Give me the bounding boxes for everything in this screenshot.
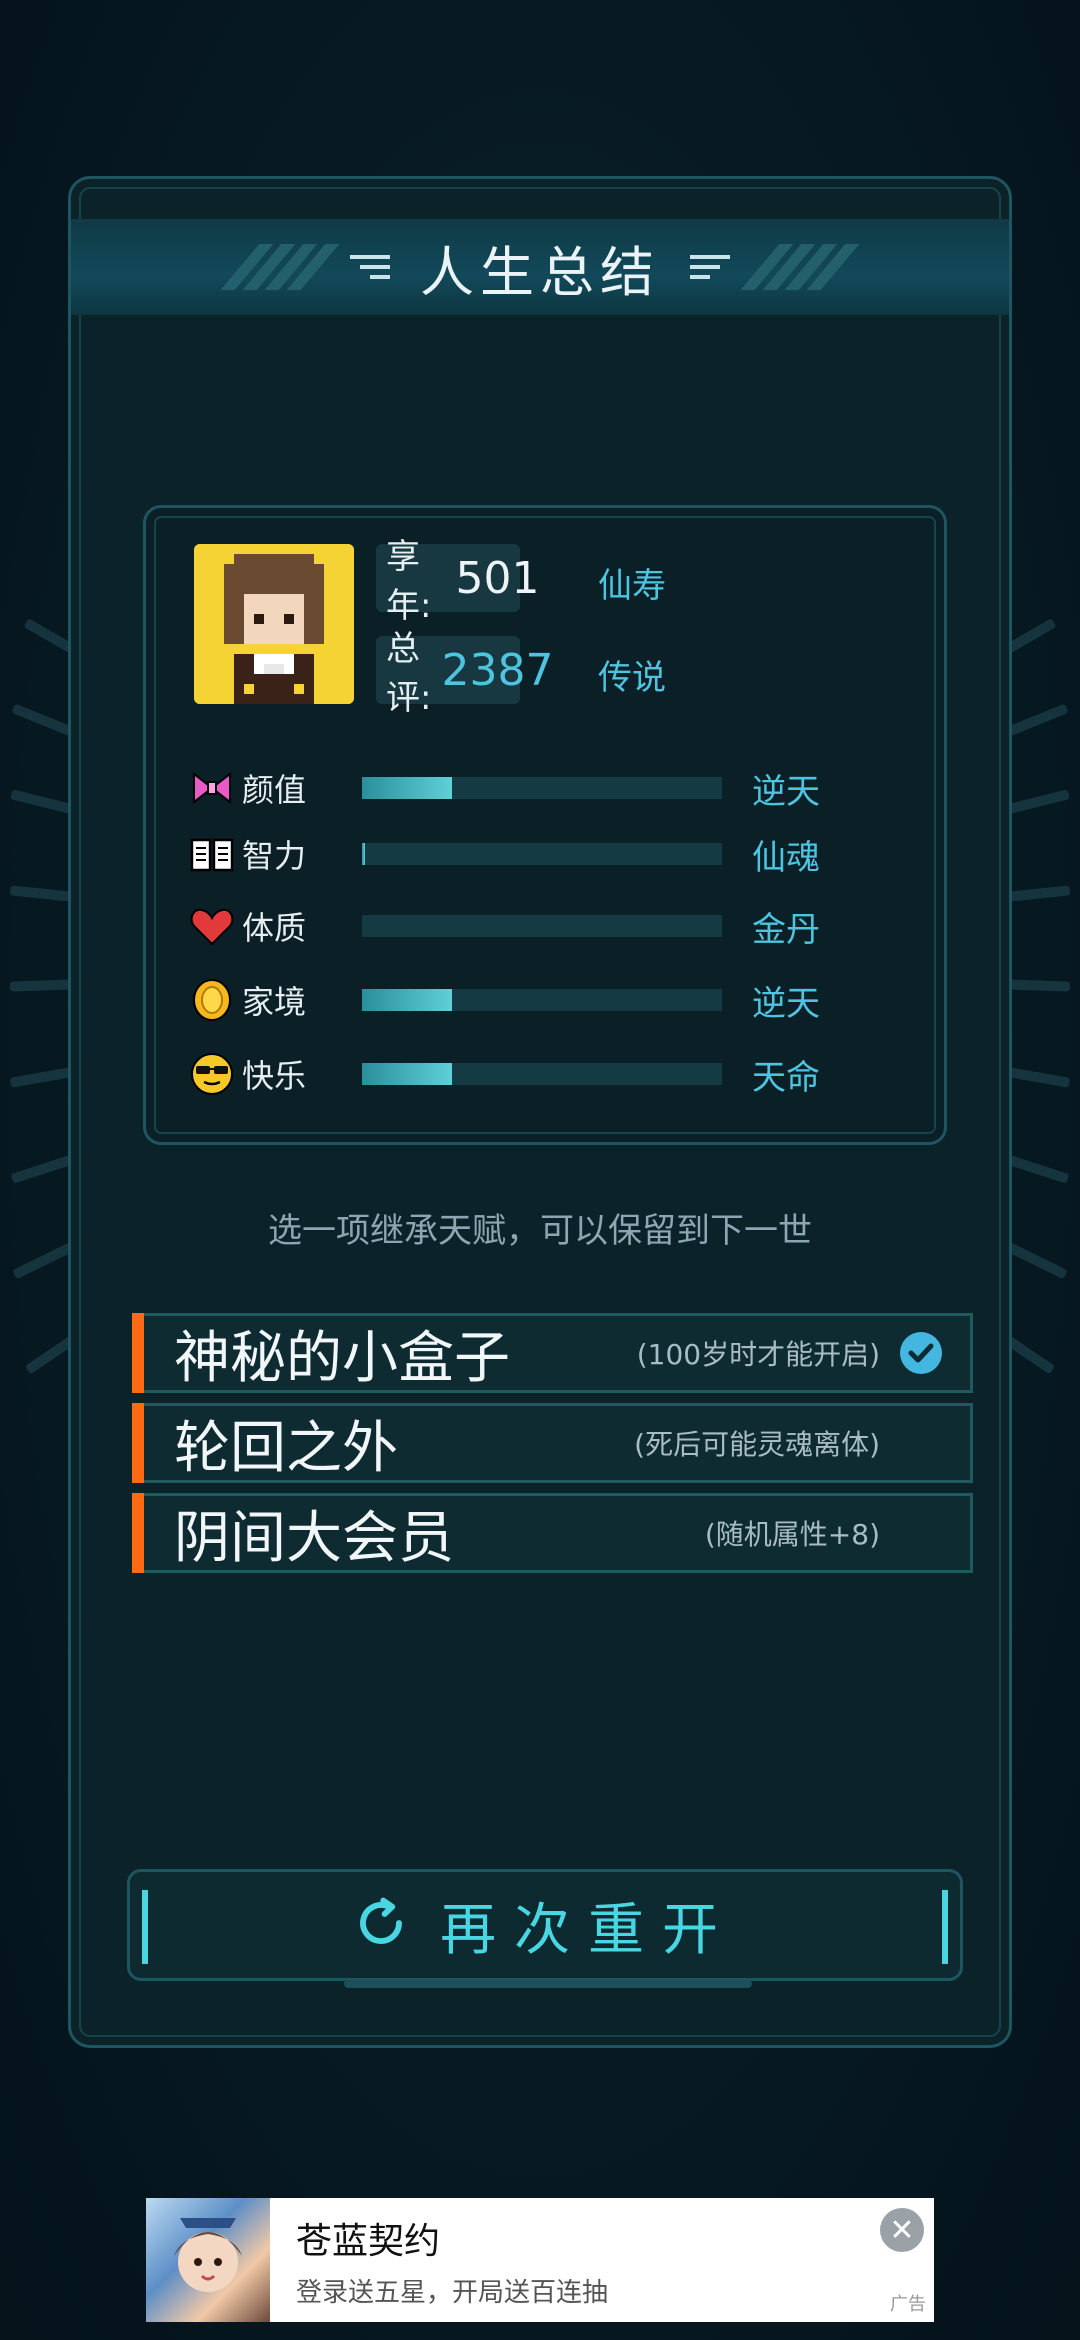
avatar xyxy=(194,544,354,704)
talent-option[interactable]: 阴间大会员 (随机属性+8) xyxy=(132,1493,973,1573)
check-icon xyxy=(900,1332,942,1374)
attr-bar-fill xyxy=(362,777,452,799)
attr-label: 快乐 xyxy=(242,1057,307,1095)
attr-row-looks: 颜值 逆天 xyxy=(186,760,906,816)
talent-desc: (100岁时才能开启) xyxy=(636,1338,880,1371)
close-icon[interactable]: ✕ xyxy=(880,2208,924,2252)
attr-bar-fill xyxy=(362,843,365,865)
bow-icon xyxy=(186,762,238,814)
score-value: 2387 xyxy=(441,644,554,696)
attr-row-constitution: 体质 金丹 xyxy=(186,898,906,954)
inherit-hint: 选一项继承天赋，可以保留到下一世 xyxy=(268,1211,812,1251)
stats-card: 享年: 501 仙寿 总评: 2387 传说 颜值 逆天 智力 仙魂 体质 金丹… xyxy=(143,505,947,1145)
refresh-icon xyxy=(354,1896,408,1954)
panel-header: 人生总结 xyxy=(71,219,1009,315)
attr-rank: 天命 xyxy=(752,1057,820,1098)
header-stripes-right xyxy=(740,244,860,290)
sunglasses-face-icon xyxy=(186,1048,238,1100)
age-label: 享年: xyxy=(386,537,432,626)
attr-bar xyxy=(362,777,722,799)
talent-marker xyxy=(132,1313,144,1393)
talent-desc: (随机属性+8) xyxy=(704,1518,880,1551)
attr-rank: 逆天 xyxy=(752,771,820,812)
attr-bar-fill xyxy=(362,1063,452,1085)
summary-panel: 人生总结 享年: 501 仙寿 总评: 2387 传说 颜值 逆天 智力 仙魂 … xyxy=(68,176,1012,2048)
talent-marker xyxy=(132,1493,144,1573)
talent-desc: (死后可能灵魂离体) xyxy=(634,1428,880,1461)
attr-bar xyxy=(362,915,722,937)
attr-row-family: 家境 逆天 xyxy=(186,972,906,1028)
heart-icon xyxy=(186,900,238,952)
book-icon xyxy=(186,828,238,880)
attr-rank: 逆天 xyxy=(752,983,820,1024)
title-deco-left xyxy=(350,255,390,279)
attr-bar xyxy=(362,989,722,1011)
age-value: 501 xyxy=(455,552,540,604)
talent-name: 神秘的小盒子 xyxy=(174,1325,510,1391)
talent-option[interactable]: 神秘的小盒子 (100岁时才能开启) xyxy=(132,1313,973,1393)
ad-subtitle: 登录送五星，开局送百连抽 xyxy=(296,2277,609,2308)
ad-title: 苍蓝契约 xyxy=(296,2220,441,2262)
attr-label: 智力 xyxy=(242,837,307,875)
coin-icon xyxy=(186,974,238,1026)
attr-bar xyxy=(362,843,722,865)
talent-name: 轮回之外 xyxy=(174,1415,398,1481)
ad-tag: 广告 xyxy=(890,2294,926,2315)
restart-underline xyxy=(344,1980,752,1988)
page-title: 人生总结 xyxy=(420,240,660,304)
restart-edge-right xyxy=(942,1890,948,1964)
attr-bar xyxy=(362,1063,722,1085)
score-box: 总评: 2387 xyxy=(376,629,553,718)
attr-row-intelligence: 智力 仙魂 xyxy=(186,826,906,882)
attr-label: 颜值 xyxy=(242,771,307,809)
score-rank: 传说 xyxy=(598,658,666,698)
restart-button[interactable]: 再次重开 xyxy=(127,1869,963,1988)
ad-game-icon xyxy=(146,2198,270,2322)
restart-label: 再次重开 xyxy=(440,1897,736,1963)
talent-name: 阴间大会员 xyxy=(174,1505,454,1571)
attr-rank: 金丹 xyxy=(752,909,820,950)
talent-marker xyxy=(132,1403,144,1483)
age-rank: 仙寿 xyxy=(598,566,666,606)
talent-option[interactable]: 轮回之外 (死后可能灵魂离体) xyxy=(132,1403,973,1483)
title-deco-right xyxy=(690,255,730,279)
score-label: 总评: xyxy=(386,629,432,718)
restart-edge-left xyxy=(142,1890,148,1964)
attr-row-happiness: 快乐 天命 xyxy=(186,1046,906,1102)
age-box: 享年: 501 xyxy=(376,537,539,626)
attr-label: 家境 xyxy=(242,983,307,1021)
attr-bar-fill xyxy=(362,989,452,1011)
ad-banner[interactable]: 苍蓝契约 登录送五星，开局送百连抽 ✕ 广告 xyxy=(146,2198,934,2322)
attr-rank: 仙魂 xyxy=(752,837,820,878)
attr-label: 体质 xyxy=(242,909,307,947)
header-stripes-left xyxy=(220,244,340,290)
